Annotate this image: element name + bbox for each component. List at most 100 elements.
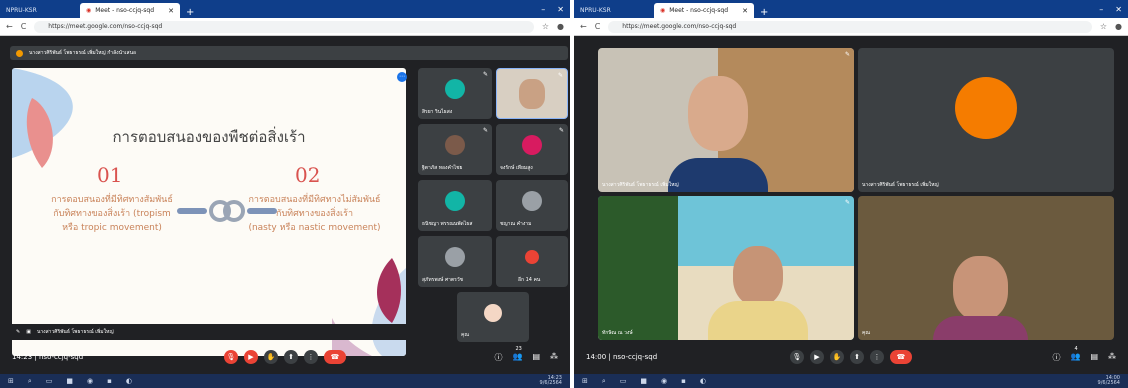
tab-meet[interactable]: ◉ Meet - nso-ccjq-sqd ✕ [654, 3, 754, 18]
raise-hand-button[interactable]: ✋ [264, 350, 278, 364]
close-icon[interactable]: ✕ [168, 7, 174, 15]
chat-icon[interactable]: ▤ [532, 352, 540, 363]
pin-icon[interactable]: ✎ [845, 199, 850, 206]
pin-icon[interactable]: ✎ [559, 127, 564, 134]
screen-icon[interactable]: ▣ [26, 329, 31, 335]
participant-tile[interactable]: ✎ ฐิตาภัส ทองคำไชย [418, 124, 492, 175]
participant-tile[interactable]: ✎ [496, 68, 568, 119]
taskview-icon[interactable]: ▭ [620, 377, 627, 385]
call-controls: 🎙 ▶ ✋ ⬆ ⋮ ☎ [790, 350, 912, 364]
edge-icon[interactable]: ◐ [126, 377, 132, 385]
chrome-icon[interactable]: ◉ [661, 377, 667, 385]
close-icon[interactable]: ✕ [1115, 5, 1122, 14]
more-options-button[interactable]: ⋮ [304, 350, 318, 364]
participant-tile[interactable]: ชญาณ คำงาม [496, 180, 568, 231]
avatar [522, 135, 542, 156]
taskview-icon[interactable]: ▭ [46, 377, 53, 385]
address-bar: ← C https://meet.google.com/nso-ccjq-sqd… [574, 18, 1128, 36]
video-person [953, 256, 1008, 321]
edge-icon[interactable]: ◐ [700, 377, 706, 385]
self-tile[interactable]: คุณ [457, 292, 529, 342]
present-button[interactable]: ⬆ [850, 350, 864, 364]
end-call-button[interactable]: ☎ [324, 350, 346, 364]
search-icon[interactable]: ⌕ [602, 377, 606, 386]
more-options-button[interactable]: ⋮ [870, 350, 884, 364]
chat-icon[interactable]: ▤ [1090, 352, 1098, 363]
more-participants-tile[interactable]: อีก 14 คน [496, 236, 568, 287]
participant-tile[interactable]: ธนิชญา พรรณนพัดไธส [418, 180, 492, 231]
url-field[interactable]: https://meet.google.com/nso-ccjq-sqd [608, 20, 1092, 33]
back-icon[interactable]: ← [580, 22, 587, 31]
mic-off-button[interactable]: 🎙 [224, 350, 238, 364]
people-icon[interactable]: 👥 23 [512, 346, 522, 363]
participant-name: ฐิตาภัส ทองคำไชย [422, 165, 463, 171]
pin-icon[interactable]: ✎ [483, 127, 488, 134]
video-background [598, 196, 678, 340]
new-tab-button[interactable]: + [754, 7, 774, 18]
chrome-icon[interactable]: ◉ [87, 377, 93, 385]
avatar [16, 49, 23, 57]
tab-meet[interactable]: ◉ Meet - nso-ccjq-sqd ✕ [80, 3, 180, 18]
presentation-slide: การตอบสนองของพืชต่อสิ่งเร้า 01 02 การตอบ… [12, 68, 406, 356]
participant-tile[interactable]: ✎ สิรยา รินไธสง [418, 68, 492, 119]
mic-button[interactable]: 🎙 [790, 350, 804, 364]
minimize-icon[interactable]: – [541, 5, 545, 14]
end-call-button[interactable]: ☎ [890, 350, 912, 364]
minimize-icon[interactable]: – [1099, 5, 1103, 14]
star-icon[interactable]: ☆ [542, 22, 549, 31]
video-person-body [933, 316, 1028, 340]
record-icon: ◉ [86, 7, 92, 14]
back-icon[interactable]: ← [6, 22, 13, 31]
activities-icon[interactable]: ⁂ [550, 352, 558, 363]
info-icon[interactable]: ⓘ [494, 352, 502, 363]
search-icon[interactable]: ⌕ [28, 377, 32, 386]
participant-tile[interactable]: ✎ นางสาวศิริพันธ์ โพธาธรณ์ เพิ่มใหญ่ [598, 48, 854, 192]
app-icon[interactable]: ▪ [681, 377, 686, 385]
start-icon[interactable]: ⊞ [582, 377, 588, 385]
more-options-icon[interactable]: ⋯ [397, 72, 407, 82]
pin-icon[interactable]: ✎ [483, 71, 488, 78]
participant-count-badge: 23 [515, 345, 522, 352]
camera-button[interactable]: ▶ [810, 350, 824, 364]
participant-tile[interactable]: สุภัทรพงษ์ ศาตรวัช [418, 236, 492, 287]
self-tile[interactable]: คุณ [858, 196, 1114, 340]
reload-icon[interactable]: C [595, 22, 601, 31]
close-icon[interactable]: ✕ [557, 5, 564, 14]
participant-tile[interactable]: ✎ ทักษิณ ณ วงษ์ [598, 196, 854, 340]
activities-icon[interactable]: ⁂ [1108, 352, 1116, 363]
raise-hand-button[interactable]: ✋ [830, 350, 844, 364]
present-button[interactable]: ⬆ [284, 350, 298, 364]
pin-icon[interactable]: ✎ [845, 51, 850, 58]
explorer-icon[interactable]: ■ [640, 377, 647, 385]
meeting-code: nso-ccjq-sqd [39, 353, 84, 361]
taskbar: ⊞ ⌕ ▭ ■ ◉ ▪ ◐ 14:23 9/6/2564 [0, 374, 570, 388]
reload-icon[interactable]: C [21, 22, 27, 31]
avatar [484, 304, 502, 322]
side-controls: ⓘ 👥 23 ▤ ⁂ [494, 346, 558, 363]
new-tab-button[interactable]: + [180, 7, 200, 18]
camera-off-button[interactable]: ▶ [244, 350, 258, 364]
tab-npru[interactable]: NPRU-KSR [574, 3, 654, 18]
profile-icon[interactable]: ● [1115, 22, 1122, 31]
pin-icon[interactable]: ✎ [558, 72, 563, 79]
start-icon[interactable]: ⊞ [8, 377, 14, 385]
star-icon[interactable]: ☆ [1100, 22, 1107, 31]
app-icon[interactable]: ▪ [107, 377, 112, 385]
participant-tile[interactable]: ✎ จงรักษ์ เทียมสูง [496, 124, 568, 175]
info-icon[interactable]: ⓘ [1052, 352, 1060, 363]
tab-npru[interactable]: NPRU-KSR [0, 3, 80, 18]
url-field[interactable]: https://meet.google.com/nso-ccjq-sqd [34, 20, 534, 33]
video-person [733, 246, 783, 306]
people-icon[interactable]: 👥 4 [1070, 346, 1080, 363]
close-icon[interactable]: ✕ [742, 7, 748, 15]
explorer-icon[interactable]: ■ [66, 377, 73, 385]
profile-icon[interactable]: ● [557, 22, 564, 31]
tab-label: NPRU-KSR [6, 7, 37, 14]
participant-tile[interactable]: นางสาวศิริพันธ์ โพธาธรณ์ เพิ่มใหญ่ [858, 48, 1114, 192]
pin-icon[interactable]: ✎ [16, 329, 20, 335]
slide-num-1: 01 [97, 163, 123, 187]
slide-text-line: การตอบสนองที่มีทิศทางสัมพันธ์ [51, 195, 173, 205]
tray-date: 9/6/2564 [1097, 380, 1120, 386]
right-window: NPRU-KSR ◉ Meet - nso-ccjq-sqd ✕ + – ✕ ← C … [574, 0, 1128, 388]
video-person [688, 76, 748, 151]
